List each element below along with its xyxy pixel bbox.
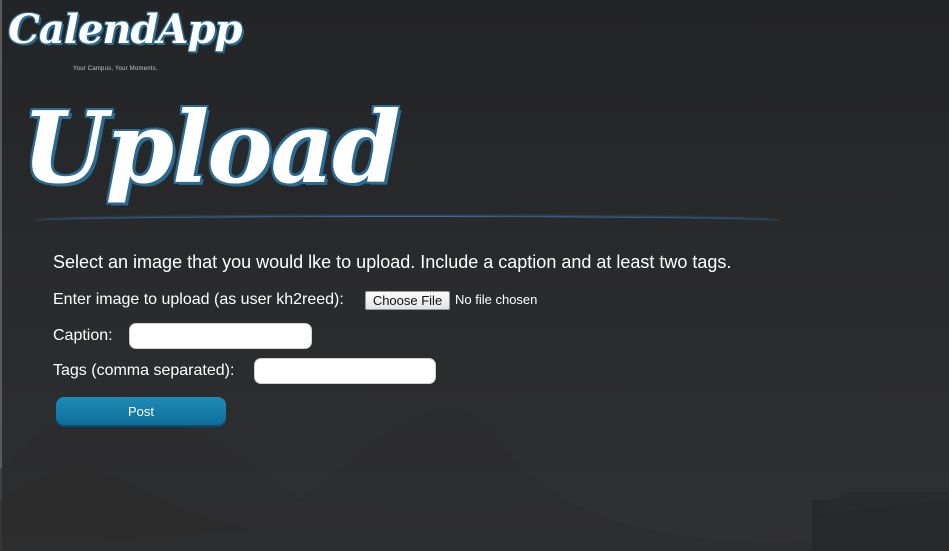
upload-instructions: Select an image that you would lke to up… (53, 252, 732, 272)
post-button[interactable]: Post (56, 397, 226, 425)
tags-input[interactable] (254, 358, 436, 384)
tags-label: Tags (comma separated): (53, 362, 235, 379)
left-border (0, 0, 2, 551)
page-title: Upload (22, 91, 401, 206)
file-upload-label: Enter image to upload (as user kh2reed): (53, 291, 344, 308)
app-logo[interactable]: CalendApp Your Campus, Your Moments. (8, 6, 242, 76)
caption-label: Caption: (53, 327, 113, 344)
logo-text: CalendApp (8, 6, 242, 53)
logo-tagline: Your Campus, Your Moments. (73, 66, 158, 72)
heading-divider (34, 216, 779, 221)
caption-input[interactable] (129, 323, 312, 349)
file-status-text: No file chosen (455, 292, 538, 307)
choose-file-button[interactable]: Choose File (365, 291, 450, 310)
background-scene (0, 400, 949, 551)
